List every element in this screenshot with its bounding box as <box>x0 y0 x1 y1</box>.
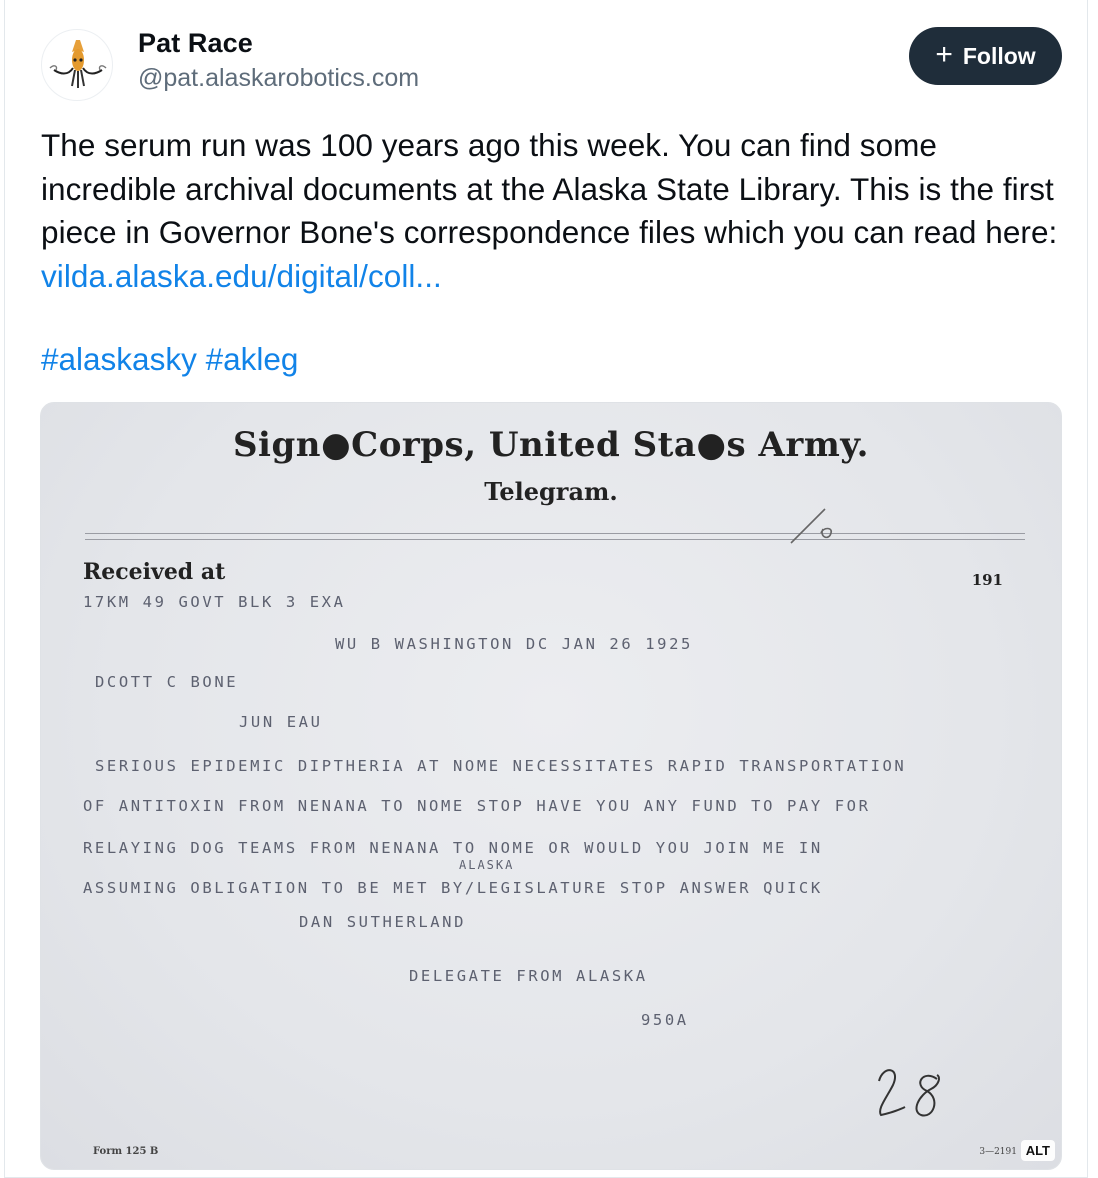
author-handle[interactable]: @pat.alaskarobotics.com <box>138 64 419 93</box>
typed-line: DAN SUTHERLAND <box>299 913 467 931</box>
handwritten-mark-top <box>790 508 833 544</box>
plus-icon: + <box>935 37 953 71</box>
typed-line: ASSUMING OBLIGATION TO BE MET BY/LEGISLA… <box>83 879 823 897</box>
form-number: Form 125 B <box>93 1146 159 1157</box>
handwritten-mark-bottom <box>878 1069 940 1117</box>
typed-line: JUN EAU <box>239 713 323 731</box>
post-card: Pat Race @pat.alaskarobotics.com + Follo… <box>4 0 1088 1178</box>
author-name[interactable]: Pat Race <box>138 28 253 59</box>
typed-line: ALASKA <box>459 858 515 872</box>
avatar[interactable] <box>41 29 113 101</box>
divider <box>85 539 1025 540</box>
typed-line: 17KM 49 GOVT BLK 3 EXA <box>83 593 346 611</box>
typed-line: 950A <box>641 1011 689 1029</box>
typed-line: RELAYING DOG TEAMS FROM NENANA TO NOME O… <box>83 839 823 857</box>
telegram-document: Sign●Corps, United Sta●s Army. Telegram.… <box>41 403 1061 1169</box>
typed-line: WU B WASHINGTON DC JAN 26 1925 <box>335 635 693 653</box>
follow-button[interactable]: + Follow <box>909 27 1062 85</box>
typed-line: DCOTT C BONE <box>95 673 239 691</box>
hashtags: #alaskasky #akleg <box>41 338 298 381</box>
post-text: The serum run was 100 years ago this wee… <box>41 124 1061 298</box>
post-link[interactable]: vilda.alaska.edu/digital/coll... <box>41 258 442 294</box>
post-text-body: The serum run was 100 years ago this wee… <box>41 127 1058 250</box>
divider <box>85 533 1025 534</box>
follow-label: Follow <box>962 42 1036 69</box>
post-image[interactable]: Sign●Corps, United Sta●s Army. Telegram.… <box>40 402 1062 1170</box>
typed-line: DELEGATE FROM ALASKA <box>409 967 648 985</box>
telegram-subtitle: Telegram. <box>484 477 618 506</box>
received-at-label: Received at <box>83 559 226 585</box>
hashtag[interactable]: #alaskasky <box>41 341 197 377</box>
squid-logo-icon <box>49 40 107 88</box>
alt-badge[interactable]: ALT <box>1020 1140 1055 1161</box>
telegram-number: 191 <box>971 571 1003 589</box>
print-code: 3—2191 <box>979 1147 1017 1157</box>
typed-line: OF ANTITOXIN FROM NENANA TO NOME STOP HA… <box>83 797 871 815</box>
hashtag[interactable]: #akleg <box>206 341 299 377</box>
telegram-title: Sign●Corps, United Sta●s Army. <box>233 425 869 465</box>
typed-line: SERIOUS EPIDEMIC DIPTHERIA AT NOME NECES… <box>95 757 907 775</box>
